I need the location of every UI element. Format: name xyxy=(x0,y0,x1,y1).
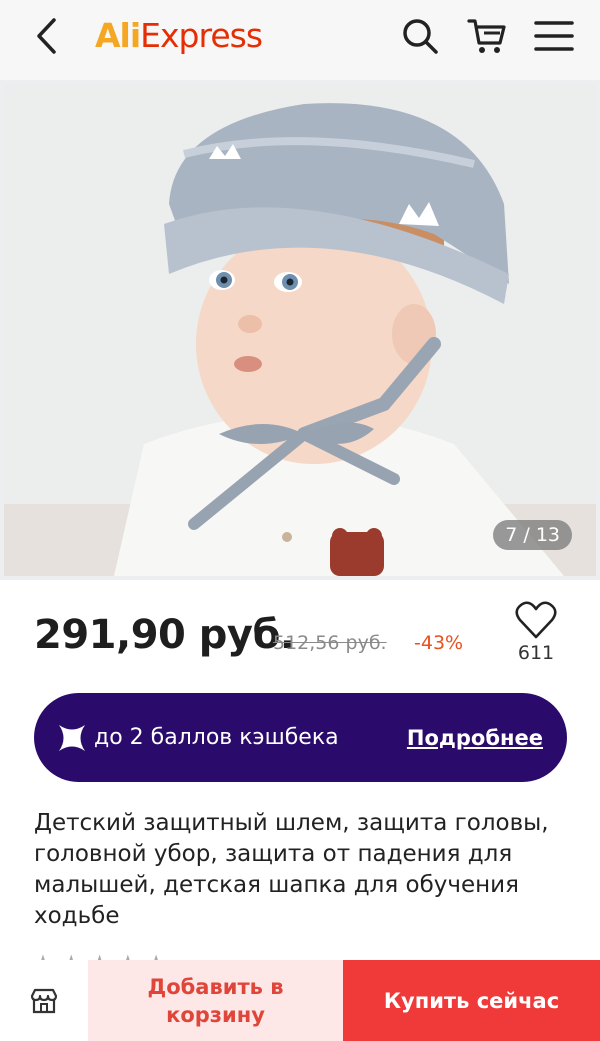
product-photo xyxy=(4,84,596,576)
bottom-action-bar: Добавить в корзину Купить сейчас xyxy=(0,960,600,1041)
product-image-gallery[interactable]: 7 / 13 xyxy=(0,80,600,580)
add-to-cart-button[interactable]: Добавить в корзину xyxy=(88,960,343,1041)
current-price: 291,90 руб. xyxy=(34,612,295,658)
back-button[interactable] xyxy=(26,14,66,58)
cashback-details-link[interactable]: Подробнее xyxy=(407,726,543,750)
heart-icon xyxy=(515,601,557,639)
cashback-text: до 2 баллов кэшбека xyxy=(94,725,339,750)
old-price: 512,56 руб. xyxy=(273,632,387,654)
cashback-banner[interactable]: до 2 баллов кэшбека Подробнее xyxy=(34,693,567,782)
discount-badge: -43% xyxy=(414,632,464,654)
aliexpress-logo[interactable]: Ali Express xyxy=(95,10,263,60)
image-counter: 7 / 13 xyxy=(493,520,572,550)
product-title: Детский защитный шлем, защита головы, го… xyxy=(34,810,549,929)
wishlist-button[interactable]: 611 xyxy=(508,600,564,674)
back-arrow-icon xyxy=(37,18,56,54)
store-icon xyxy=(30,988,58,1013)
menu-button[interactable] xyxy=(530,12,578,60)
cart-button[interactable] xyxy=(463,12,511,60)
buy-now-button[interactable]: Купить сейчас xyxy=(343,960,600,1041)
wishlist-count: 611 xyxy=(517,642,555,664)
baby-helmet-photo xyxy=(4,84,596,576)
store-button[interactable] xyxy=(0,960,88,1041)
cart-icon xyxy=(467,19,506,53)
top-bar: Ali Express xyxy=(0,0,600,80)
cashback-icon xyxy=(58,724,86,752)
search-icon xyxy=(403,19,438,54)
search-button[interactable] xyxy=(396,12,444,60)
menu-icon xyxy=(534,21,574,51)
